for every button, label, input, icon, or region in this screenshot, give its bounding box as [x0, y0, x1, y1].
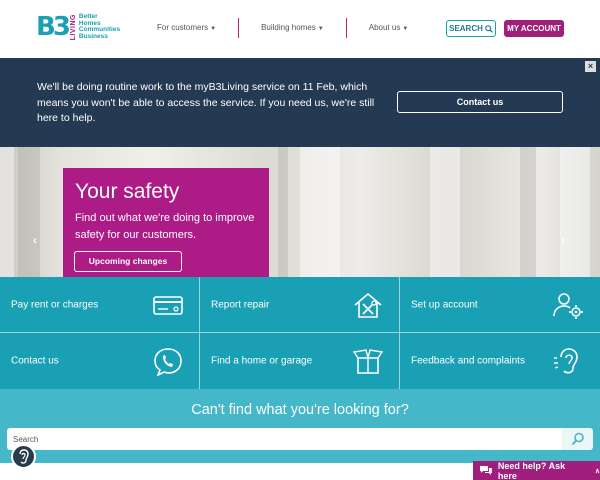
- carousel-next-arrow[interactable]: ›: [561, 233, 565, 247]
- hero-carousel: ‹ › Your safety Find out what we're doin…: [0, 147, 600, 277]
- header-search-button[interactable]: SEARCH: [446, 20, 496, 37]
- close-icon[interactable]: ×: [585, 61, 596, 72]
- ear-icon: [554, 347, 578, 373]
- notice-text: We'll be doing routine work to the myB3L…: [37, 81, 375, 124]
- search-submit-button[interactable]: [562, 428, 593, 450]
- card-icon: [153, 295, 183, 315]
- tile-contact-us[interactable]: Contact us: [0, 333, 199, 388]
- hero-background-detail: [300, 147, 340, 277]
- need-help-chat-button[interactable]: Need help? Ask here ∧: [473, 461, 600, 480]
- accessibility-button[interactable]: [11, 444, 36, 469]
- hero-background-detail: [278, 147, 288, 277]
- b3living-logo[interactable]: B3 LIVING Better Homes Communities Busin…: [36, 12, 121, 43]
- quick-links-grid: Pay rent or charges Report repair Set up…: [0, 277, 600, 389]
- nav-building-homes[interactable]: Building homes ▼: [239, 18, 346, 38]
- logo-mark: B3: [36, 12, 71, 43]
- tile-pay-rent[interactable]: Pay rent or charges: [0, 277, 199, 332]
- hero-background-detail: [18, 147, 40, 277]
- hero-subtitle: Find out what we're doing to improve saf…: [75, 212, 255, 241]
- tile-feedback-complaints[interactable]: Feedback and complaints: [400, 333, 599, 388]
- hero-background-detail: [560, 147, 590, 277]
- hero-background-detail: [520, 147, 536, 277]
- nav-for-customers[interactable]: For customers ▼: [135, 18, 238, 38]
- open-box-icon: [352, 348, 384, 374]
- hero-background-detail: [430, 147, 460, 277]
- user-gear-icon: [553, 292, 583, 319]
- site-header: B3 LIVING Better Homes Communities Busin…: [0, 0, 600, 58]
- logo-vertical-text: LIVING: [69, 14, 77, 41]
- my-account-button[interactable]: MY ACCOUNT: [504, 20, 564, 37]
- main-nav: For customers ▼ Building homes ▼ About us ▼: [135, 18, 430, 38]
- tile-report-repair[interactable]: Report repair: [200, 277, 399, 332]
- upcoming-changes-button[interactable]: Upcoming changes: [74, 251, 182, 272]
- hero-card: Your safety Find out what we're doing to…: [63, 168, 269, 277]
- contact-us-button[interactable]: Contact us: [397, 91, 563, 113]
- site-search-section: Can't find what you're looking for?: [0, 389, 600, 463]
- carousel-prev-arrow[interactable]: ‹: [33, 233, 37, 247]
- chevron-up-icon: ∧: [594, 467, 600, 475]
- search-section-title: Can't find what you're looking for?: [191, 402, 409, 418]
- search-icon: [485, 24, 493, 33]
- nav-about-us[interactable]: About us ▼: [347, 18, 431, 38]
- tile-set-up-account[interactable]: Set up account: [400, 277, 599, 332]
- caret-down-icon: ▼: [210, 26, 217, 32]
- chat-icon: [479, 466, 492, 475]
- tile-divider: [199, 277, 200, 389]
- caret-down-icon: ▼: [317, 26, 324, 32]
- hearing-icon: [19, 449, 29, 464]
- house-tools-icon: [354, 292, 382, 318]
- caret-down-icon: ▼: [402, 26, 409, 32]
- phone-bubble-icon: [154, 347, 182, 376]
- tile-divider: [0, 332, 600, 333]
- hero-background-detail: [0, 147, 14, 277]
- hero-title: Your safety: [75, 180, 180, 203]
- logo-tagline: Better Homes Communities Business: [78, 13, 121, 40]
- service-notice-banner: We'll be doing routine work to the myB3L…: [0, 58, 600, 147]
- tile-find-home[interactable]: Find a home or garage: [200, 333, 399, 388]
- search-icon: [571, 432, 584, 446]
- search-input[interactable]: [7, 428, 562, 450]
- tile-divider: [399, 277, 400, 389]
